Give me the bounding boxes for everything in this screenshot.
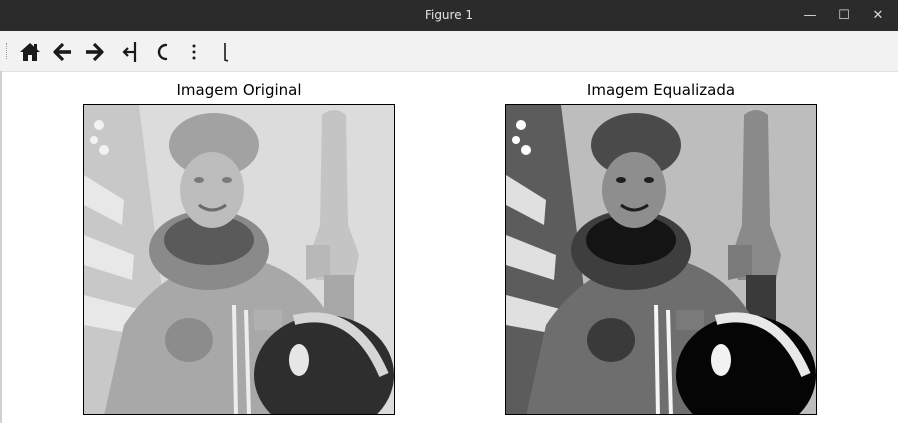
navigation-toolbar [0,31,898,72]
close-button[interactable]: ✕ [863,0,893,31]
home-button[interactable] [16,39,44,65]
window-title: Figure 1 [424,8,474,22]
original-image-axes[interactable] [83,104,395,415]
maximize-button[interactable]: ☐ [829,0,859,31]
back-arrow-icon [53,42,71,62]
configure-subplots-button[interactable] [180,39,208,65]
original-image [84,105,394,414]
home-icon [20,43,40,61]
left-plot-title: Imagem Original [176,81,302,99]
right-plot-title: Imagem Equalizada [586,81,736,99]
window-left-edge [0,71,2,423]
save-icon [224,43,229,62]
back-button[interactable] [49,39,77,65]
save-button[interactable] [212,39,240,65]
window-titlebar: Figure 1 — ☐ ✕ [0,0,898,31]
toolbar-grip[interactable] [6,43,10,59]
pan-icon [122,42,137,62]
equalized-image [506,105,816,414]
configure-subplots-icon [192,44,196,60]
forward-button[interactable] [80,39,108,65]
forward-arrow-icon [86,42,104,62]
minimize-button[interactable]: — [795,0,825,31]
zoom-button[interactable] [149,39,177,65]
zoom-icon [157,43,168,61]
pan-button[interactable] [117,39,145,65]
equalized-image-axes[interactable] [505,104,817,415]
